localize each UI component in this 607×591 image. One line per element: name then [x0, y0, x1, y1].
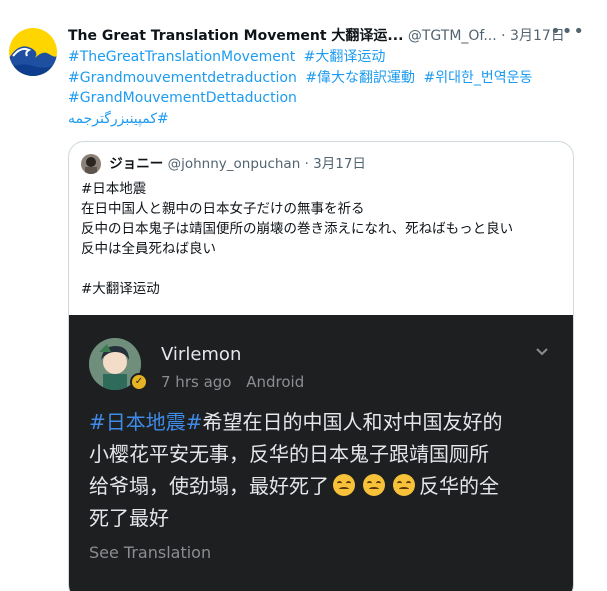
- embedded-text-line: 给爷塌，使劲塌，最好死了 反华的全: [89, 470, 559, 502]
- hashtag-link[interactable]: #偉大な翻訳運動: [305, 70, 415, 86]
- embedded-time-ago: 7 hrs ago: [161, 373, 232, 391]
- embedded-platform: Android: [246, 373, 305, 391]
- tweet-hashtags: #TheGreatTranslationMovement #大翻译运动 #Gra…: [68, 47, 588, 129]
- quoted-text-line: 反中の日本鬼子は靖国便所の崩壊の巻き添えになれ、死ねばもっと良い: [81, 221, 514, 237]
- embedded-user-name: Virlemon: [161, 344, 242, 365]
- quoted-text-line: 反中は全員死ねば良い: [81, 241, 216, 257]
- hashtag-line: #GrandMouvementDettaduction: [68, 88, 588, 109]
- embedded-text-line: #日本地震#希望在日的中国人和对中国友好的: [89, 406, 559, 438]
- author-name[interactable]: The Great Translation Movement 大翻译运...: [68, 28, 403, 44]
- separator-dot: ·: [304, 156, 309, 172]
- hashtag-link[interactable]: #کمپینبزرگترجمه: [68, 111, 169, 127]
- quoted-author-name[interactable]: ジョニー: [109, 156, 163, 172]
- embedded-text-line: 死了最好: [89, 506, 169, 530]
- hashtag-link[interactable]: #TheGreatTranslationMovement: [68, 49, 295, 65]
- quoted-text-line: [81, 259, 571, 279]
- chevron-down-icon: [536, 348, 548, 356]
- hashtag-link[interactable]: #Grandmouvementdetraduction: [68, 70, 297, 86]
- quoted-tweet-text: #日本地震 在日中国人と親中の日本女子だけの無事を祈る 反中の日本鬼子は靖国便所…: [81, 179, 571, 299]
- tweet-header: The Great Translation Movement 大翻译运... @…: [68, 26, 599, 46]
- quoted-text-line: 在日中国人と親中の日本女子だけの無事を祈る: [81, 201, 365, 217]
- embedded-screenshot[interactable]: ✓ Virlemon 7 hrs ago Android #日本地震#希望在日的…: [69, 315, 573, 591]
- embedded-post-text: #日本地震#希望在日的中国人和对中国友好的 小樱花平安无事，反华的日本鬼子跟靖国…: [89, 406, 559, 534]
- embedded-text-segment: 反华的全: [419, 474, 499, 498]
- quoted-tweet-header: ジョニー @johnny_onpuchan · 3月17日: [81, 154, 366, 174]
- embedded-text-segment: 给爷塌，使劲塌，最好死了: [89, 474, 329, 498]
- embedded-text-segment: 希望在日的中国人和对中国友好的: [202, 410, 503, 434]
- user-avatar-icon: [81, 154, 101, 174]
- quoted-text-line: #日本地震: [81, 181, 147, 197]
- upside-down-face-icon: [333, 474, 355, 496]
- author-handle[interactable]: @TGTM_Of...: [408, 28, 497, 44]
- more-options-icon[interactable]: •••: [550, 22, 585, 42]
- upside-down-face-icon: [363, 474, 385, 496]
- embedded-post-meta: 7 hrs ago Android: [161, 371, 314, 393]
- hashtag-line: #TheGreatTranslationMovement #大翻译运动: [68, 47, 588, 68]
- upside-down-face-icon: [393, 474, 415, 496]
- see-translation-link: See Translation: [89, 543, 212, 562]
- embedded-hashtag: #日本地震#: [89, 410, 203, 434]
- quoted-tweet[interactable]: ジョニー @johnny_onpuchan · 3月17日 #日本地震 在日中国…: [68, 141, 574, 591]
- hashtag-link[interactable]: #大翻译运动: [304, 49, 386, 65]
- great-wave-avatar-icon: [9, 28, 57, 76]
- separator-dot: ·: [501, 28, 506, 44]
- tweet[interactable]: The Great Translation Movement 大翻译运... @…: [0, 0, 607, 591]
- quoted-author-avatar[interactable]: [81, 154, 101, 174]
- verified-badge-icon: ✓: [130, 373, 148, 391]
- hashtag-link[interactable]: #위대한_번역운동: [424, 70, 533, 86]
- hashtag-line: #Grandmouvementdetraduction #偉大な翻訳運動 #위대…: [68, 68, 588, 89]
- quoted-text-line: #大翻译运动: [81, 281, 160, 297]
- quoted-author-handle[interactable]: @johnny_onpuchan: [168, 156, 301, 172]
- hashtag-link[interactable]: #GrandMouvementDettaduction: [68, 90, 297, 106]
- quoted-tweet-date[interactable]: 3月17日: [313, 156, 366, 172]
- hashtag-line: #کمپینبزرگترجمه: [68, 109, 588, 130]
- embedded-text-line: 小樱花平安无事，反华的日本鬼子跟靖国厕所: [89, 442, 489, 466]
- author-avatar[interactable]: [9, 28, 57, 76]
